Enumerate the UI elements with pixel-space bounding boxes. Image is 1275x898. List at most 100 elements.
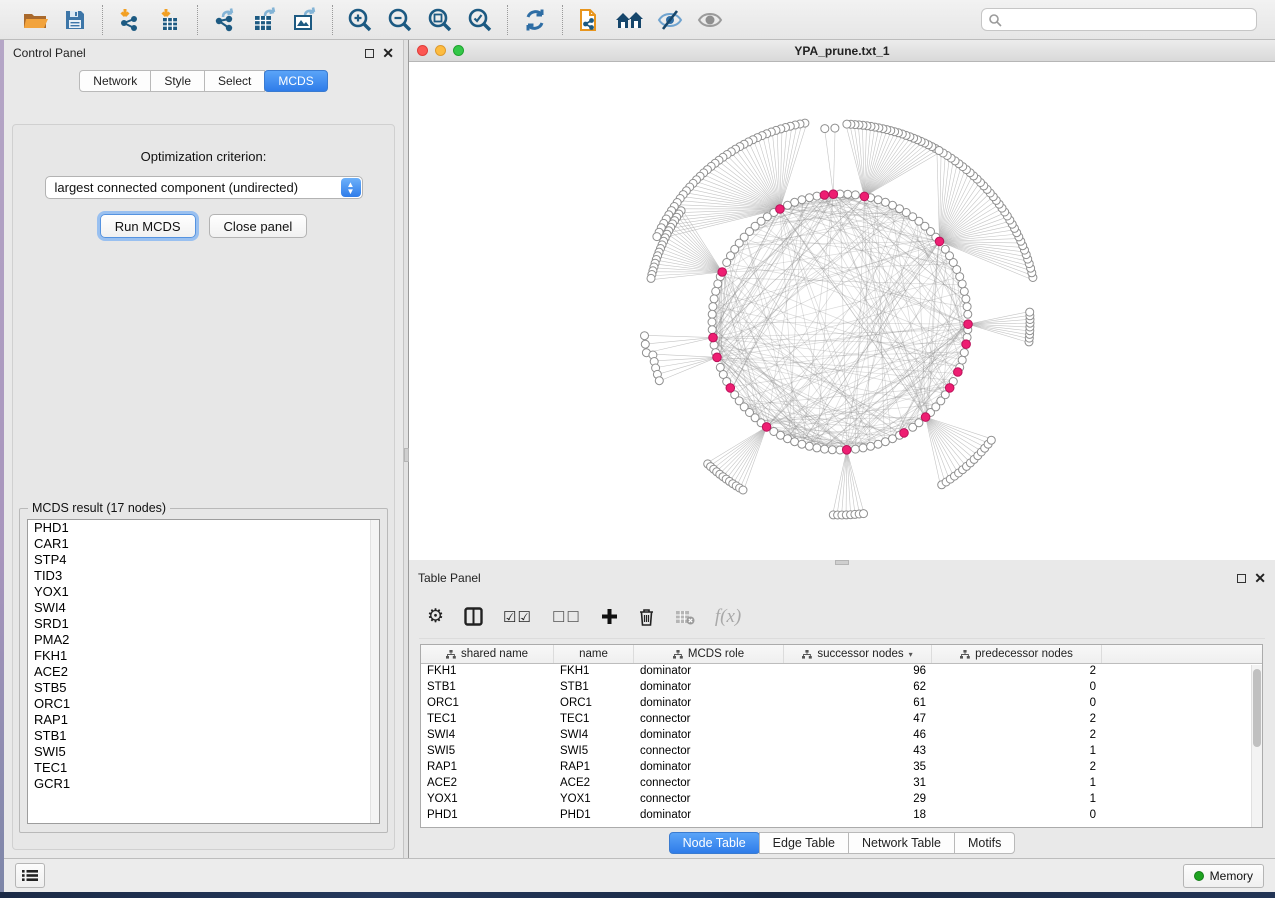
mcds-list-item[interactable]: FKH1 — [28, 648, 379, 664]
table-row[interactable]: SWI5SWI5connector431 — [421, 744, 1262, 760]
search-field[interactable] — [981, 8, 1257, 31]
table-cell: dominator — [634, 808, 784, 824]
mcds-list-item[interactable]: STP4 — [28, 552, 379, 568]
column-header-label: predecessor nodes — [975, 648, 1073, 660]
close-panel-button[interactable]: Close panel — [209, 214, 308, 238]
table-row[interactable]: TEC1TEC1connector472 — [421, 712, 1262, 728]
network-canvas[interactable] — [409, 62, 1275, 560]
mcds-list-item[interactable]: TID3 — [28, 568, 379, 584]
table-cell: dominator — [634, 760, 784, 776]
table-row[interactable]: YOX1YOX1connector291 — [421, 792, 1262, 808]
refresh-button[interactable] — [518, 4, 552, 36]
column-header[interactable]: MCDS role — [634, 645, 784, 663]
table-cell: RAP1 — [554, 760, 634, 776]
table-options-button[interactable]: ⚙ — [427, 605, 444, 628]
run-mcds-button[interactable]: Run MCDS — [100, 214, 196, 238]
tab-motifs[interactable]: Motifs — [954, 832, 1015, 854]
export-network-button[interactable] — [208, 4, 242, 36]
mcds-list-item[interactable]: TEC1 — [28, 760, 379, 776]
export-image-button[interactable] — [288, 4, 322, 36]
tab-style[interactable]: Style — [150, 70, 205, 92]
table-cell: 2 — [932, 664, 1102, 680]
table-header-row: shared namenameMCDS rolesuccessor nodes▾… — [421, 645, 1262, 664]
tab-edge-table[interactable]: Edge Table — [759, 832, 849, 854]
deselect-all-rows-button[interactable]: ☐☐ — [552, 608, 581, 626]
mcds-list-item[interactable]: STB5 — [28, 680, 379, 696]
import-network-button[interactable] — [113, 4, 147, 36]
table-cell: 96 — [784, 664, 932, 680]
trash-icon — [638, 607, 655, 626]
show-all-button[interactable] — [693, 4, 727, 36]
criterion-select[interactable]: largest connected component (undirected)… — [45, 176, 363, 199]
float-panel-icon[interactable] — [365, 49, 374, 58]
close-panel-icon[interactable]: ✕ — [1254, 574, 1266, 583]
tab-mcds[interactable]: MCDS — [264, 70, 327, 92]
zoom-selected-button[interactable] — [463, 4, 497, 36]
mcds-result-list[interactable]: PHD1CAR1STP4TID3YOX1SWI4SRD1PMA2FKH1ACE2… — [27, 519, 380, 824]
delete-column-button[interactable] — [638, 607, 655, 626]
table-row[interactable]: RAP1RAP1dominator352 — [421, 760, 1262, 776]
add-column-button[interactable] — [601, 608, 618, 625]
show-task-history-button[interactable] — [15, 863, 45, 888]
table-row[interactable]: PHD1PHD1dominator180 — [421, 808, 1262, 824]
zoom-out-button[interactable] — [383, 4, 417, 36]
table-row[interactable]: STB1STB1dominator620 — [421, 680, 1262, 696]
memory-button[interactable]: Memory — [1183, 864, 1264, 888]
hide-selected-button[interactable] — [653, 4, 687, 36]
tab-node-table[interactable]: Node Table — [669, 832, 760, 854]
close-panel-icon[interactable]: ✕ — [382, 49, 394, 58]
zoom-out-icon — [387, 7, 413, 33]
search-icon — [988, 13, 1002, 27]
window-minimize-icon[interactable] — [435, 45, 446, 56]
table-cell: 61 — [784, 696, 932, 712]
mcds-list-item[interactable]: SRD1 — [28, 616, 379, 632]
table-row[interactable]: SWI4SWI4dominator462 — [421, 728, 1262, 744]
window-close-icon[interactable] — [417, 45, 428, 56]
search-input[interactable] — [1002, 13, 1250, 27]
mcds-list-item[interactable]: PHD1 — [28, 520, 379, 536]
column-header[interactable]: successor nodes▾ — [784, 645, 932, 663]
mcds-list-item[interactable]: YOX1 — [28, 584, 379, 600]
refresh-icon — [522, 7, 548, 33]
open-file-button[interactable] — [18, 4, 52, 36]
table-scrollbar[interactable] — [1251, 665, 1262, 827]
list-scrollbar[interactable] — [370, 520, 379, 823]
mcds-list-item[interactable]: RAP1 — [28, 712, 379, 728]
new-network-from-selection-button[interactable] — [573, 4, 607, 36]
save-session-button[interactable] — [58, 4, 92, 36]
select-all-rows-button[interactable]: ☑☑ — [503, 608, 532, 626]
float-panel-icon[interactable] — [1237, 574, 1246, 583]
import-table-button[interactable] — [153, 4, 187, 36]
column-header[interactable]: predecessor nodes — [932, 645, 1102, 663]
horizontal-splitter[interactable] — [409, 560, 1275, 565]
show-columns-button[interactable] — [464, 607, 483, 626]
splitter-grip[interactable] — [835, 560, 849, 565]
table-row[interactable]: ORC1ORC1dominator610 — [421, 696, 1262, 712]
go-home-button[interactable] — [613, 4, 647, 36]
tab-select[interactable]: Select — [204, 70, 265, 92]
column-header[interactable]: name — [554, 645, 634, 663]
import-network-icon — [117, 7, 143, 33]
export-table-button[interactable] — [248, 4, 282, 36]
mcds-list-item[interactable]: SWI4 — [28, 600, 379, 616]
mcds-list-item[interactable]: SWI5 — [28, 744, 379, 760]
scrollbar-thumb[interactable] — [1253, 669, 1261, 747]
table-row[interactable]: ACE2ACE2connector311 — [421, 776, 1262, 792]
mcds-list-item[interactable]: CAR1 — [28, 536, 379, 552]
table-cell: dominator — [634, 680, 784, 696]
tab-network[interactable]: Network — [79, 70, 151, 92]
mcds-list-item[interactable]: ORC1 — [28, 696, 379, 712]
network-window-titlebar[interactable]: YPA_prune.txt_1 — [409, 40, 1275, 62]
window-maximize-icon[interactable] — [453, 45, 464, 56]
table-row[interactable]: FKH1FKH1dominator962 — [421, 664, 1262, 680]
mcds-list-item[interactable]: PMA2 — [28, 632, 379, 648]
tab-network-table[interactable]: Network Table — [848, 832, 955, 854]
column-header[interactable]: shared name — [421, 645, 554, 663]
mcds-list-item[interactable]: ACE2 — [28, 664, 379, 680]
mcds-list-item[interactable]: STB1 — [28, 728, 379, 744]
zoom-fit-button[interactable] — [423, 4, 457, 36]
zoom-in-button[interactable] — [343, 4, 377, 36]
splitter-grip[interactable] — [404, 448, 409, 462]
mcds-list-item[interactable]: GCR1 — [28, 776, 379, 792]
vertical-splitter[interactable] — [404, 40, 409, 858]
